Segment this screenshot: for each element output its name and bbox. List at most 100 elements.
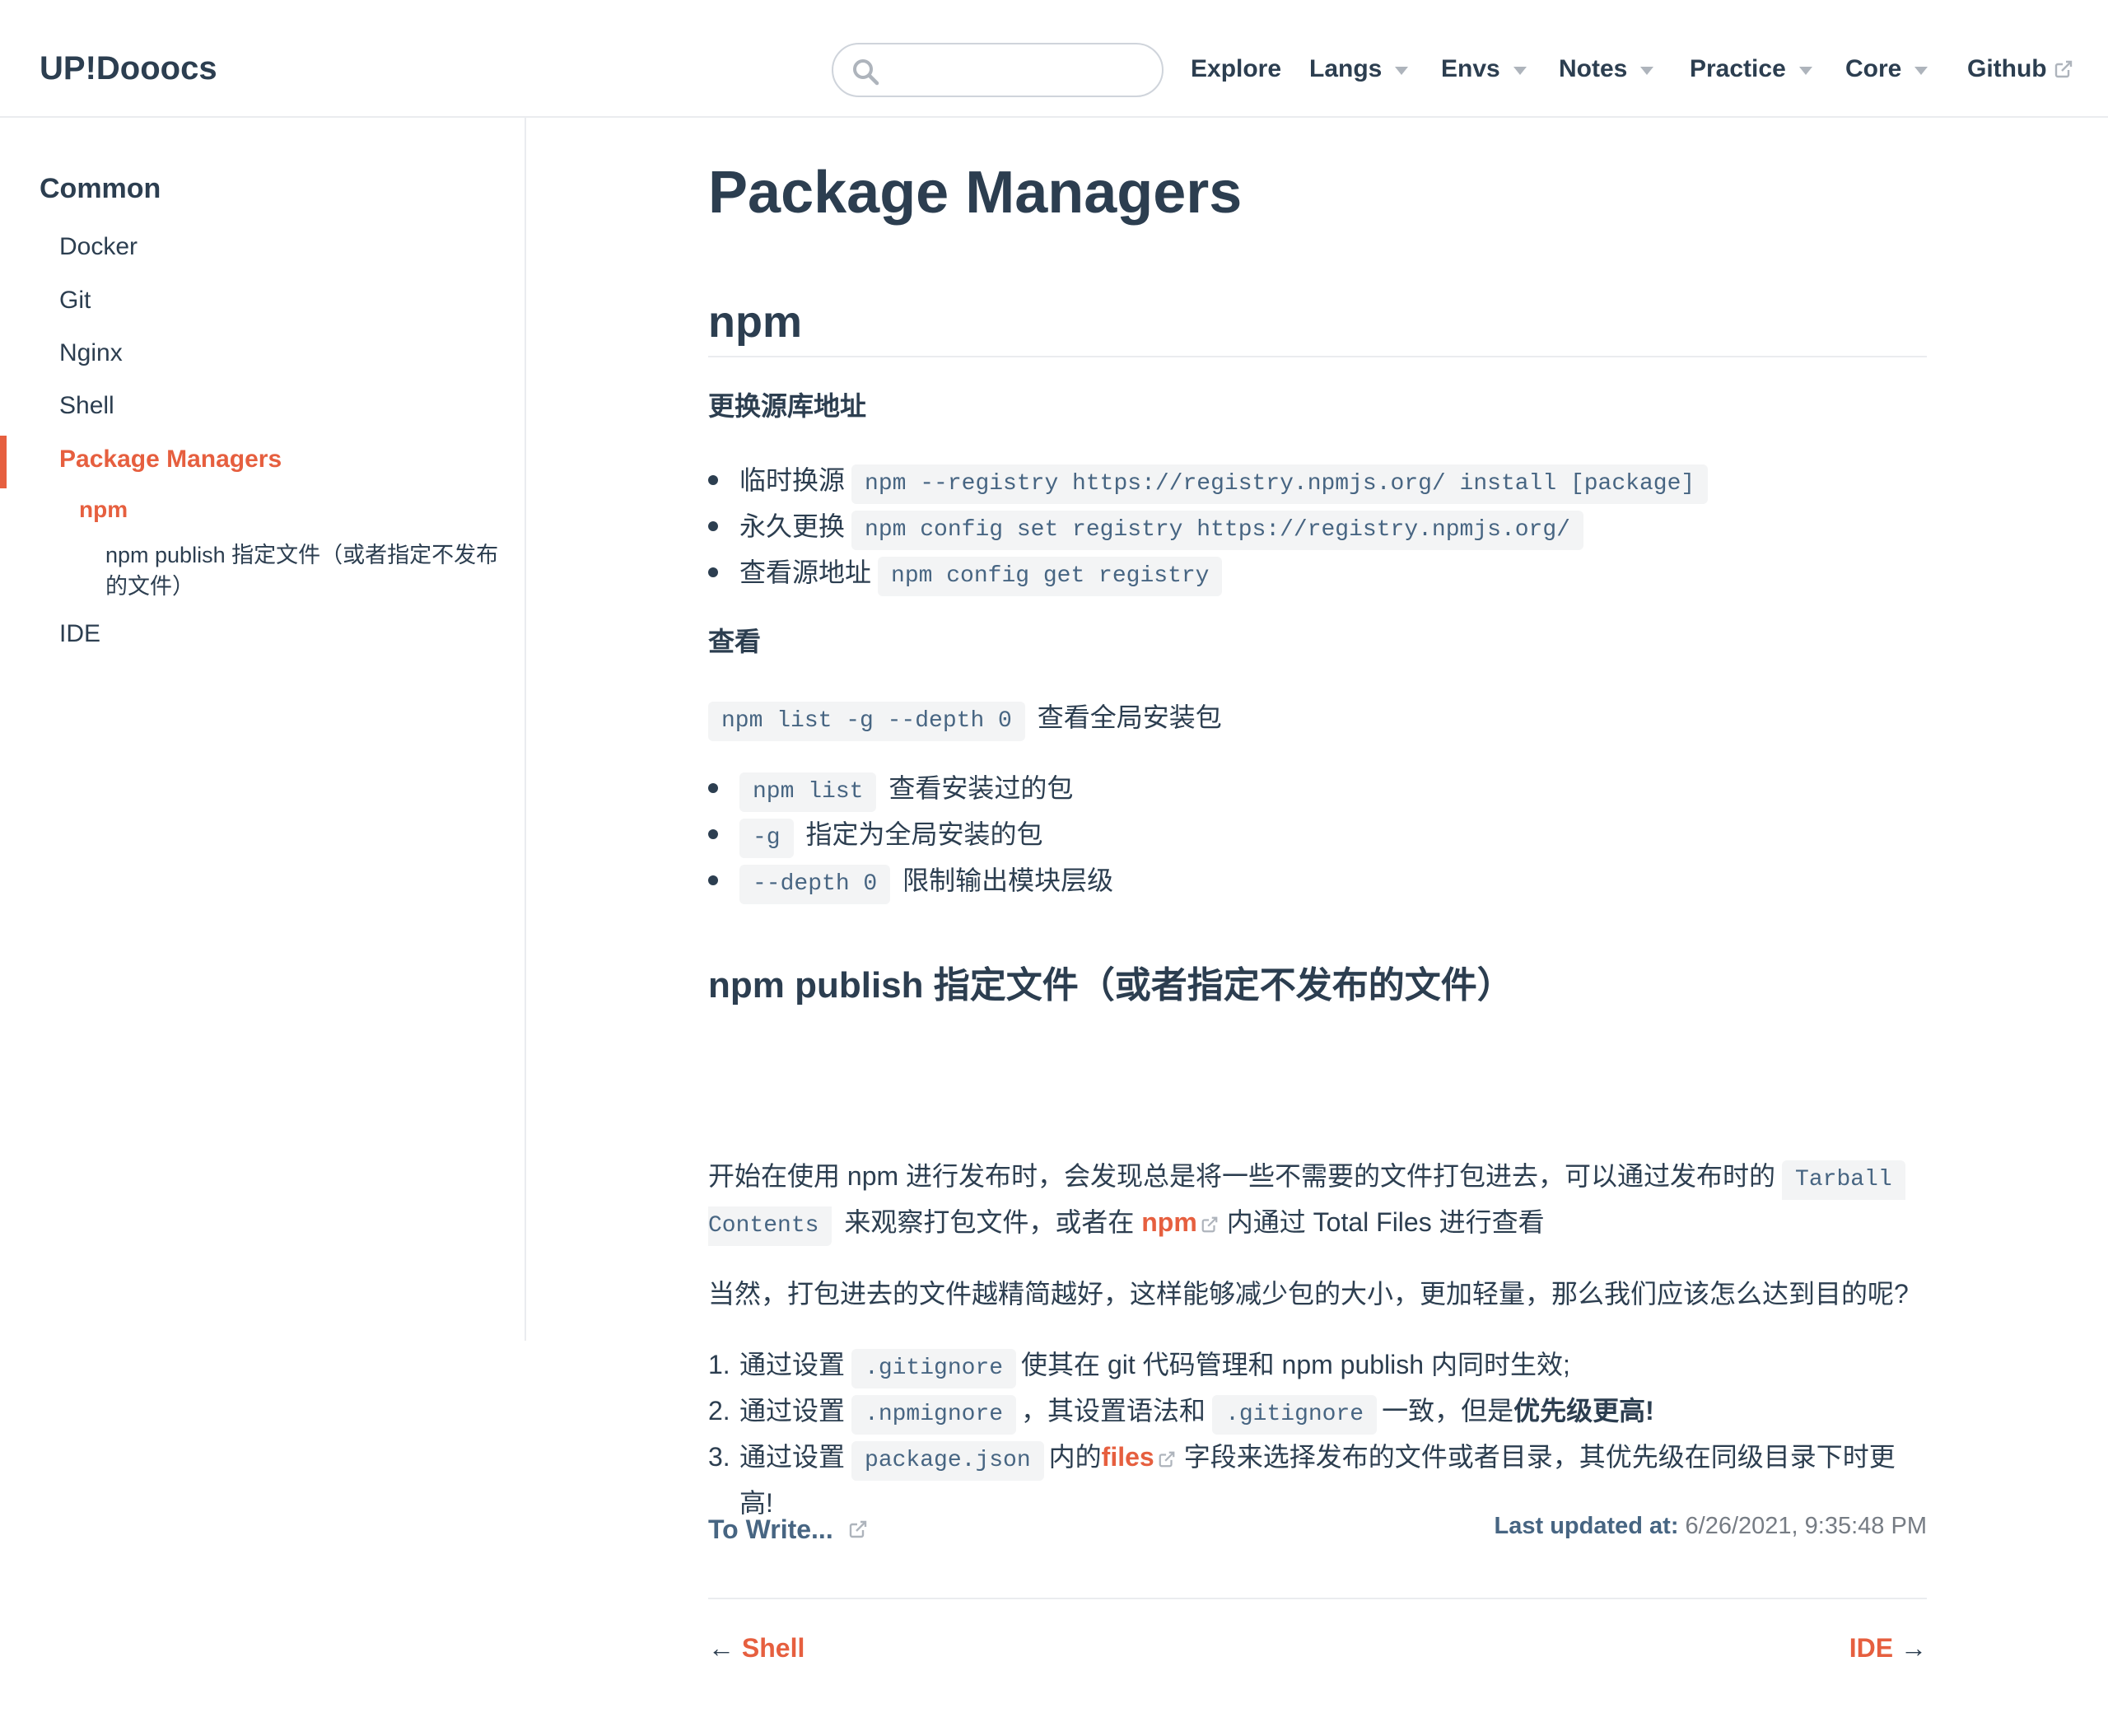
ordered-list: 1. 通过设置 .gitignore 使其在 git 代码管理和 npm publi… [708, 1342, 1927, 1531]
caret-down-icon [1513, 67, 1527, 75]
list-item-text: 一致，但是 [1382, 1396, 1514, 1426]
list-item: 临时换源 npm --registry https://registry.npmj… [739, 457, 1713, 504]
inline-code: .gitignore [851, 1349, 1017, 1388]
sidebar-item-docker[interactable]: Docker [59, 231, 138, 264]
sidebar-item-git[interactable]: Git [59, 284, 91, 317]
inline-code: npm list -g --depth 0 [708, 702, 1025, 741]
subheading-view: 查看 [708, 627, 762, 656]
npm-link[interactable]: npm [1141, 1207, 1197, 1237]
sidebar-item-package-managers[interactable]: Package Managers [59, 443, 282, 476]
list-item-text: 查看源地址 [739, 558, 872, 587]
subheading-registry: 更换源库地址 [708, 391, 867, 421]
inline-code: npm config get registry [878, 557, 1223, 596]
sidebar-active-indicator [0, 436, 7, 488]
next-page-label: IDE [1849, 1633, 1894, 1663]
list-bullet [708, 475, 718, 485]
nav-explore-label: Explore [1191, 55, 1282, 82]
paragraph-publish-line2: Contents 来观察打包文件，或者在 npm 内通过 Total Files… [708, 1199, 1545, 1246]
inline-code: --depth 0 [739, 865, 891, 904]
arrow-left-icon: ← [708, 1633, 735, 1663]
list-item: 查看源地址 npm config get registry [739, 549, 1227, 596]
nav-envs[interactable]: Envs [1441, 53, 1527, 86]
prev-page-label: Shell [741, 1633, 805, 1663]
arrow-right-icon: → [1900, 1633, 1927, 1663]
list-number: 2. [708, 1396, 730, 1426]
sidebar-subitem-npm[interactable]: npm [79, 494, 128, 525]
list-bullet [708, 829, 718, 839]
list-item-text: 通过设置 [739, 1396, 846, 1426]
heading-divider [708, 356, 1927, 357]
nav-notes[interactable]: Notes [1559, 53, 1654, 86]
paragraph-text: 开始在使用 npm 进行发布时，会发现总是将一些不需要的文件打包进去，可以通过发… [708, 1161, 1776, 1191]
navbar: UP!Dooocs Explore Langs Envs Notes Pract… [0, 0, 2108, 118]
inline-code: .npmignore [851, 1395, 1017, 1435]
list-item-text: 内的 [1048, 1442, 1102, 1472]
footer-divider [708, 1598, 1927, 1599]
paragraph-text: 内通过 Total Files 进行查看 [1226, 1207, 1545, 1237]
list-command-desc: 查看全局安装包 [1037, 702, 1222, 732]
list-item-text: 临时换源 [739, 465, 846, 495]
list-item-text: 永久更换 [739, 511, 846, 541]
files-link[interactable]: files [1102, 1442, 1154, 1472]
sidebar-heading: Common [40, 173, 161, 204]
search-box[interactable] [832, 43, 1164, 97]
list-item: 通过设置 package.json 内的files 字段来选择发布的文件或者目录，其… [739, 1434, 1896, 1481]
sidebar-subitem-npm-publish[interactable]: npm publish 指定文件（或者指定不发布的文件） [105, 539, 501, 602]
inline-code: Contents [708, 1206, 832, 1246]
list-flags: npm list 查看安装过的包 -g 指定为全局安装的包 --depth 0 … [708, 765, 1927, 905]
caret-down-icon [1395, 67, 1409, 75]
next-page-link[interactable]: IDE → [1849, 1630, 1927, 1666]
site-logo[interactable]: UP!Dooocs [40, 48, 217, 89]
inline-code: npm --registry https://registry.npmjs.or… [851, 464, 1709, 504]
list-item-text: 通过设置 [739, 1350, 846, 1379]
list-command-paragraph: npm list -g --depth 0 查看全局安装包 [708, 694, 1222, 741]
list-item-text: 查看安装过的包 [888, 773, 1074, 803]
list-item: 通过设置 .gitignore 使其在 git 代码管理和 npm publish … [739, 1342, 1570, 1388]
edit-link[interactable]: To Write... [708, 1511, 868, 1547]
list-item-text: 指定为全局安装的包 [805, 819, 1043, 849]
caret-down-icon [1914, 67, 1928, 75]
inline-code: .gitignore [1212, 1395, 1378, 1435]
list-item-text: ，其设置语法和 [1021, 1396, 1206, 1426]
page-title: Package Managers [708, 160, 1243, 226]
sidebar-item-shell[interactable]: Shell [59, 390, 114, 422]
nav-envs-label: Envs [1441, 55, 1500, 82]
sidebar: Common Docker Git Nginx Shell Package Ma… [0, 118, 526, 1341]
nav-explore[interactable]: Explore [1191, 53, 1281, 86]
search-icon [853, 59, 879, 86]
caret-down-icon [1640, 67, 1654, 75]
inline-code: Tarball [1782, 1160, 1905, 1200]
nav-langs[interactable]: Langs [1309, 53, 1409, 86]
list-item: 永久更换 npm config set registry https://regi… [739, 503, 1588, 550]
nav-core[interactable]: Core [1845, 53, 1928, 86]
nav-github[interactable]: Github [1967, 53, 2073, 86]
list-bullet [708, 567, 718, 577]
external-link-icon [1201, 1216, 1218, 1232]
nav-practice[interactable]: Practice [1690, 53, 1812, 86]
nav-practice-label: Practice [1690, 55, 1786, 82]
list-bullet [708, 521, 718, 531]
search-input[interactable] [891, 49, 1154, 91]
list-number: 3. [708, 1442, 730, 1472]
caret-down-icon [1798, 67, 1812, 75]
last-updated-value: 6/26/2021, 9:35:48 PM [1685, 1513, 1927, 1539]
inline-code: npm list [739, 772, 877, 812]
external-link-icon [2054, 60, 2072, 78]
section-heading-npm-publish: npm publish 指定文件（或者指定不发布的文件） [708, 965, 1513, 1006]
list-bullet [708, 783, 718, 793]
inline-code: npm config set registry https://registry… [851, 511, 1583, 550]
sidebar-item-ide[interactable]: IDE [59, 618, 100, 651]
sidebar-item-nginx[interactable]: Nginx [59, 337, 123, 370]
prev-page-link[interactable]: ← Shell [708, 1630, 804, 1666]
list-item: -g 指定为全局安装的包 [739, 811, 1043, 858]
last-updated: Last updated at: 6/26/2021, 9:35:48 PM [1495, 1508, 1927, 1544]
registry-list: 临时换源 npm --registry https://registry.npmj… [708, 457, 1927, 597]
list-item-text: 通过设置 [739, 1442, 846, 1472]
nav-github-label: Github [1967, 55, 2047, 82]
list-item-text: 限制输出模块层级 [902, 866, 1114, 895]
nav-notes-label: Notes [1559, 55, 1628, 82]
list-item-text: 字段来选择发布的文件或者目录，其优先级在同级目录下时更 [1183, 1442, 1896, 1472]
external-link-icon [1159, 1451, 1175, 1467]
list-item: --depth 0 限制输出模块层级 [739, 857, 1113, 904]
inline-code: package.json [851, 1441, 1044, 1481]
